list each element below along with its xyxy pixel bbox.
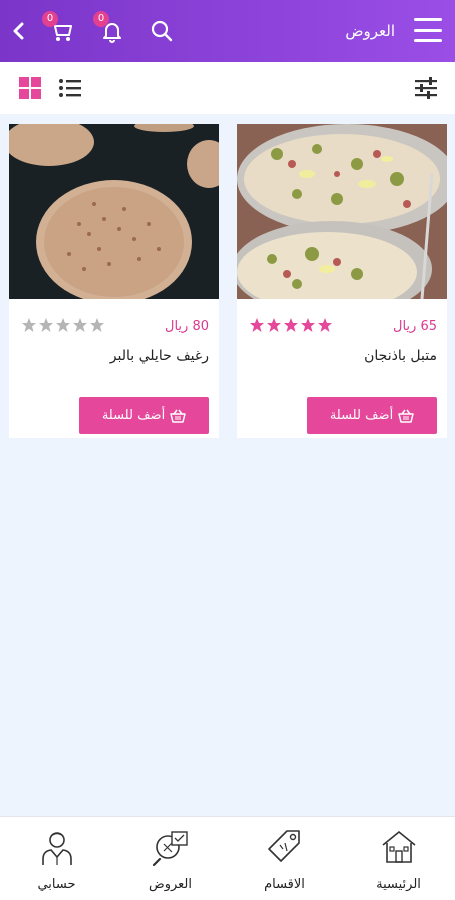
tag-icon xyxy=(267,830,300,862)
nav-label: حسابي xyxy=(37,877,76,892)
product-rating xyxy=(21,317,105,333)
star-icon xyxy=(22,318,36,332)
star-icon xyxy=(90,318,104,332)
nav-item-account[interactable]: حسابي xyxy=(0,817,113,900)
star-icon xyxy=(267,318,281,332)
bottom-navigation: الرئيسية الاقسام العروض حسابي xyxy=(0,816,455,900)
cart-count-badge: 0 xyxy=(42,11,58,27)
list-view-button[interactable] xyxy=(55,74,85,102)
page-title: العروض xyxy=(345,22,395,40)
user-icon xyxy=(41,832,72,865)
menu-button[interactable] xyxy=(411,14,445,46)
notifications-button[interactable]: 0 xyxy=(93,11,129,48)
filter-sliders-icon xyxy=(415,77,437,99)
basket-icon xyxy=(170,409,186,423)
nav-label: الرئيسية xyxy=(376,877,421,892)
add-to-cart-button[interactable]: أضف للسلة xyxy=(307,397,437,434)
star-icon xyxy=(301,318,315,332)
product-rating xyxy=(249,317,333,333)
star-icon xyxy=(39,318,53,332)
nav-item-home[interactable]: الرئيسية xyxy=(342,817,455,900)
add-to-cart-label: أضف للسلة xyxy=(101,408,166,423)
home-icon xyxy=(381,830,416,863)
filter-button[interactable] xyxy=(411,74,441,102)
nav-item-offers[interactable]: العروض xyxy=(114,817,227,900)
menu-icon-bar xyxy=(414,39,442,42)
list-view-icon xyxy=(59,79,81,97)
basket-icon xyxy=(398,409,414,423)
menu-icon xyxy=(414,18,442,21)
product-price: 65 ريال xyxy=(393,319,437,334)
product-card[interactable]: 80 ريال رغيف حايلي بالبر أضف للسلة xyxy=(9,124,219,438)
product-image-eggplant-dip xyxy=(237,124,447,299)
product-name: رغيف حايلي بالبر xyxy=(109,348,209,364)
product-image-flatbread xyxy=(9,124,219,299)
product-price: 80 ريال xyxy=(165,319,209,334)
product-name: متبل باذنجان xyxy=(364,348,437,364)
add-to-cart-button[interactable]: أضف للسلة xyxy=(79,397,209,434)
app-header: 0 0 العروض xyxy=(0,0,455,62)
nav-item-categories[interactable]: الاقسام xyxy=(228,817,341,900)
menu-icon-bar xyxy=(414,28,442,32)
notification-count-badge: 0 xyxy=(93,11,109,27)
offers-icon xyxy=(152,831,188,867)
cart-button[interactable]: 0 xyxy=(42,11,78,48)
view-toolbar xyxy=(0,62,455,114)
search-icon xyxy=(151,20,173,42)
grid-view-button[interactable] xyxy=(15,74,45,102)
nav-label: العروض xyxy=(148,877,192,892)
nav-label: الاقسام xyxy=(264,877,305,892)
chevron-left-icon xyxy=(13,22,24,40)
star-icon xyxy=(56,318,70,332)
grid-view-icon xyxy=(19,77,41,99)
star-icon xyxy=(284,318,298,332)
star-icon xyxy=(318,318,332,332)
star-icon xyxy=(73,318,87,332)
back-button[interactable] xyxy=(2,14,36,48)
add-to-cart-label: أضف للسلة xyxy=(329,408,394,423)
search-button[interactable] xyxy=(145,14,179,48)
product-card[interactable]: 65 ريال متبل باذنجان أضف للسلة xyxy=(237,124,447,438)
star-icon xyxy=(250,318,264,332)
